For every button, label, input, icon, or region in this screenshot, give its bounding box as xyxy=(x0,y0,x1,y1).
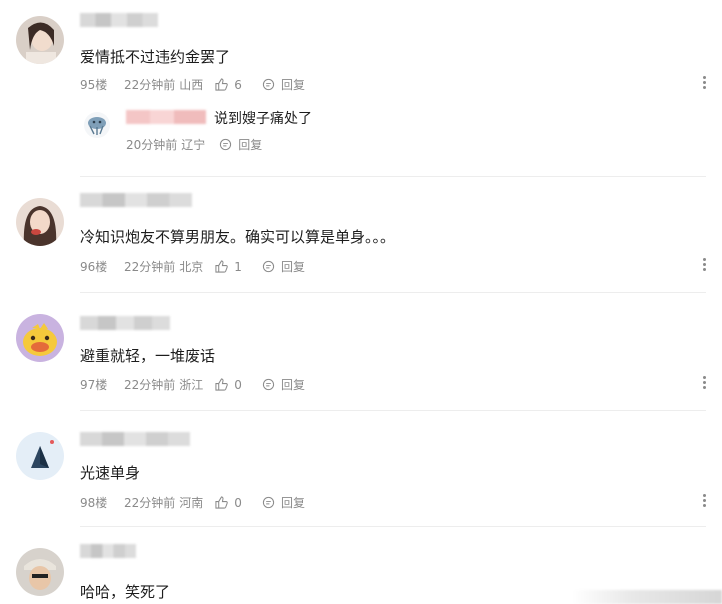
like-button[interactable]: 1 xyxy=(215,260,242,274)
username-blurred[interactable] xyxy=(80,193,192,207)
user-avatar[interactable] xyxy=(16,16,64,64)
comment-text: 避重就轻，一堆废话 xyxy=(80,347,216,365)
reply-bubble-icon xyxy=(262,78,275,91)
floor-number: 96楼 xyxy=(80,260,108,274)
username-blurred[interactable] xyxy=(80,544,136,558)
divider xyxy=(80,176,706,177)
reply-user-avatar[interactable] xyxy=(84,112,110,138)
floor-number: 98楼 xyxy=(80,496,108,510)
reply-timestamp: 20分钟前 xyxy=(126,138,178,152)
user-avatar[interactable] xyxy=(16,314,64,362)
more-vertical-icon[interactable] xyxy=(702,258,706,271)
like-button[interactable]: 0 xyxy=(215,378,242,392)
reply-username-blurred[interactable] xyxy=(126,110,206,124)
divider xyxy=(80,526,706,527)
like-count: 1 xyxy=(234,259,242,274)
thumbs-up-icon xyxy=(215,260,229,273)
username-blurred[interactable] xyxy=(80,13,158,27)
comment-meta: 96楼 22分钟前 北京 1 回复 xyxy=(80,258,305,275)
location: 河南 xyxy=(179,496,204,510)
username-blurred[interactable] xyxy=(80,432,190,446)
reply-bubble-icon xyxy=(262,496,275,509)
thumbs-up-icon xyxy=(215,78,229,91)
reply-button[interactable]: 回复 xyxy=(262,376,305,393)
like-button[interactable]: 0 xyxy=(215,496,242,510)
like-count: 0 xyxy=(234,495,242,510)
comment-meta: 97楼 22分钟前 浙江 0 回复 xyxy=(80,376,305,393)
like-count: 6 xyxy=(234,77,242,92)
thumbs-up-icon xyxy=(215,378,229,391)
more-vertical-icon[interactable] xyxy=(702,76,706,89)
like-button[interactable]: 6 xyxy=(215,78,242,92)
reply-button[interactable]: 回复 xyxy=(219,136,262,153)
reply-location: 辽宁 xyxy=(181,138,206,152)
floor-number: 95楼 xyxy=(80,78,108,92)
reply-button[interactable]: 回复 xyxy=(262,258,305,275)
divider xyxy=(80,292,706,293)
location: 北京 xyxy=(179,260,204,274)
comment-meta: 98楼 22分钟前 河南 0 回复 xyxy=(80,494,305,511)
timestamp: 22分钟前 xyxy=(124,378,176,392)
timestamp: 22分钟前 xyxy=(124,496,176,510)
like-count: 0 xyxy=(234,377,242,392)
user-avatar[interactable] xyxy=(16,198,64,246)
reply-button[interactable]: 回复 xyxy=(262,76,305,93)
comment-95: 爱情抵不过违约金罢了 95楼 22分钟前 山西 6 回复 说到嫂子痛处了 20分… xyxy=(0,0,722,180)
timestamp: 22分钟前 xyxy=(124,78,176,92)
comment-meta: 95楼 22分钟前 山西 6 回复 xyxy=(80,76,305,93)
floor-number: 97楼 xyxy=(80,378,108,392)
more-vertical-icon[interactable] xyxy=(702,376,706,389)
reply-bubble-icon xyxy=(262,260,275,273)
reply-text: 说到嫂子痛处了 xyxy=(214,111,312,127)
reply-meta: 20分钟前 辽宁 回复 xyxy=(126,136,262,153)
watermark-blurred xyxy=(572,590,722,604)
comment-text: 光速单身 xyxy=(80,464,141,482)
timestamp: 22分钟前 xyxy=(124,260,176,274)
reply-button[interactable]: 回复 xyxy=(262,494,305,511)
comment-97: 避重就轻，一堆废话 97楼 22分钟前 浙江 0 回复 xyxy=(0,294,722,412)
user-avatar[interactable] xyxy=(16,548,64,596)
comment-96: 冷知识炮友不算男朋友。确实可以算是单身。。。 96楼 22分钟前 北京 1 回复 xyxy=(0,180,722,294)
location: 山西 xyxy=(179,78,204,92)
username-blurred[interactable] xyxy=(80,316,170,330)
more-vertical-icon[interactable] xyxy=(702,494,706,507)
reply-bubble-icon xyxy=(220,138,232,151)
comment-98: 光速单身 98楼 22分钟前 河南 0 回复 xyxy=(0,412,722,528)
location: 浙江 xyxy=(179,378,204,392)
comment-text: 冷知识炮友不算男朋友。确实可以算是单身。。。 xyxy=(80,228,396,246)
comment-text: 哈哈，笑死了 xyxy=(80,583,171,601)
reply-bubble-icon xyxy=(262,378,275,391)
divider xyxy=(80,410,706,411)
comment-text: 爱情抵不过违约金罢了 xyxy=(80,48,231,66)
thumbs-up-icon xyxy=(215,496,229,509)
user-avatar[interactable] xyxy=(16,432,64,480)
